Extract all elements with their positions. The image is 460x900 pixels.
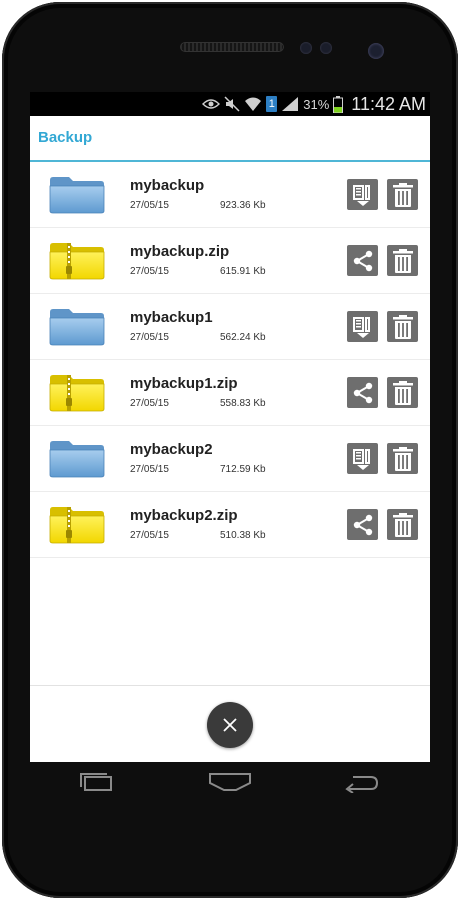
file-size: 923.36 Kb xyxy=(220,200,266,211)
home-icon xyxy=(208,773,251,791)
share-button[interactable] xyxy=(347,245,378,276)
compress-button[interactable] xyxy=(347,443,378,474)
file-date: 27/05/15 xyxy=(130,266,169,277)
back-icon xyxy=(345,776,379,793)
front-camera xyxy=(368,43,384,59)
file-size: 562.24 Kb xyxy=(220,332,266,343)
recent-apps-button[interactable] xyxy=(67,767,127,797)
signal-icon xyxy=(281,96,299,112)
wifi-icon xyxy=(244,96,262,112)
folder-icon xyxy=(49,308,105,346)
folder-icon xyxy=(49,176,105,214)
back-button[interactable] xyxy=(333,767,393,797)
close-icon xyxy=(223,718,237,732)
close-button[interactable] xyxy=(207,702,253,748)
compress-button[interactable] xyxy=(347,311,378,342)
delete-button[interactable] xyxy=(387,377,418,408)
file-date: 27/05/15 xyxy=(130,530,169,541)
delete-button[interactable] xyxy=(387,179,418,210)
file-name: mybackup.zip xyxy=(130,243,230,260)
zip-folder-icon xyxy=(49,506,105,544)
sim-badge: 1 xyxy=(266,96,278,112)
file-name: mybackup1.zip xyxy=(130,375,238,392)
trash-icon xyxy=(391,248,415,274)
file-date: 27/05/15 xyxy=(130,332,169,343)
status-bar: 1 31% 11:42 AM xyxy=(30,92,430,116)
proximity-sensor xyxy=(300,42,312,54)
recent-apps-icon xyxy=(79,773,112,791)
file-row[interactable]: mybackup1.zip 27/05/15 558.83 Kb xyxy=(30,360,430,426)
trash-icon xyxy=(391,182,415,208)
compress-button[interactable] xyxy=(347,179,378,210)
file-list: mybackup 27/05/15 923.36 Kb mybackup.zip 27/… xyxy=(30,162,430,558)
folder-icon xyxy=(49,440,105,478)
clock: 11:42 AM xyxy=(351,93,426,114)
trash-icon xyxy=(391,446,415,472)
home-button[interactable] xyxy=(200,767,260,797)
file-size: 615.91 Kb xyxy=(220,266,266,277)
compress-icon xyxy=(351,315,375,339)
zip-folder-icon xyxy=(49,374,105,412)
bottom-divider xyxy=(30,685,430,686)
file-size: 558.83 Kb xyxy=(220,398,266,409)
status-icons: 1 31% 11:42 AM xyxy=(202,92,426,116)
file-date: 27/05/15 xyxy=(130,398,169,409)
zip-folder-icon xyxy=(49,242,105,280)
file-size: 712.59 Kb xyxy=(220,464,266,475)
trash-icon xyxy=(391,380,415,406)
screen: 1 31% 11:42 AM Backup mybackup 27/05/15 92… xyxy=(30,92,430,762)
share-button[interactable] xyxy=(347,509,378,540)
file-name: mybackup1 xyxy=(130,309,213,326)
compress-icon xyxy=(351,183,375,207)
app-bar: Backup xyxy=(30,116,430,162)
phone-top-bezel xyxy=(2,2,458,92)
file-date: 27/05/15 xyxy=(130,200,169,211)
share-icon xyxy=(351,249,375,273)
file-row[interactable]: mybackup1 27/05/15 562.24 Kb xyxy=(30,294,430,360)
delete-button[interactable] xyxy=(387,509,418,540)
battery-percent: 31% xyxy=(303,96,330,112)
file-size: 510.38 Kb xyxy=(220,530,266,541)
file-name: mybackup2 xyxy=(130,441,213,458)
file-date: 27/05/15 xyxy=(130,464,169,475)
delete-button[interactable] xyxy=(387,443,418,474)
earpiece-speaker xyxy=(180,42,284,52)
eye-icon xyxy=(202,98,221,110)
compress-icon xyxy=(351,447,375,471)
file-row[interactable]: mybackup2 27/05/15 712.59 Kb xyxy=(30,426,430,492)
file-name: mybackup2.zip xyxy=(130,507,238,524)
share-button[interactable] xyxy=(347,377,378,408)
trash-icon xyxy=(391,512,415,538)
app-title: Backup xyxy=(38,129,93,146)
file-row[interactable]: mybackup 27/05/15 923.36 Kb xyxy=(30,162,430,228)
file-row[interactable]: mybackup.zip 27/05/15 615.91 Kb xyxy=(30,228,430,294)
share-icon xyxy=(351,381,375,405)
file-row[interactable]: mybackup2.zip 27/05/15 510.38 Kb xyxy=(30,492,430,558)
battery-icon xyxy=(333,95,344,113)
delete-button[interactable] xyxy=(387,311,418,342)
mute-icon xyxy=(224,96,240,112)
trash-icon xyxy=(391,314,415,340)
file-name: mybackup xyxy=(130,177,205,194)
delete-button[interactable] xyxy=(387,245,418,276)
system-nav-bar xyxy=(30,762,430,802)
light-sensor xyxy=(320,42,332,54)
share-icon xyxy=(351,513,375,537)
